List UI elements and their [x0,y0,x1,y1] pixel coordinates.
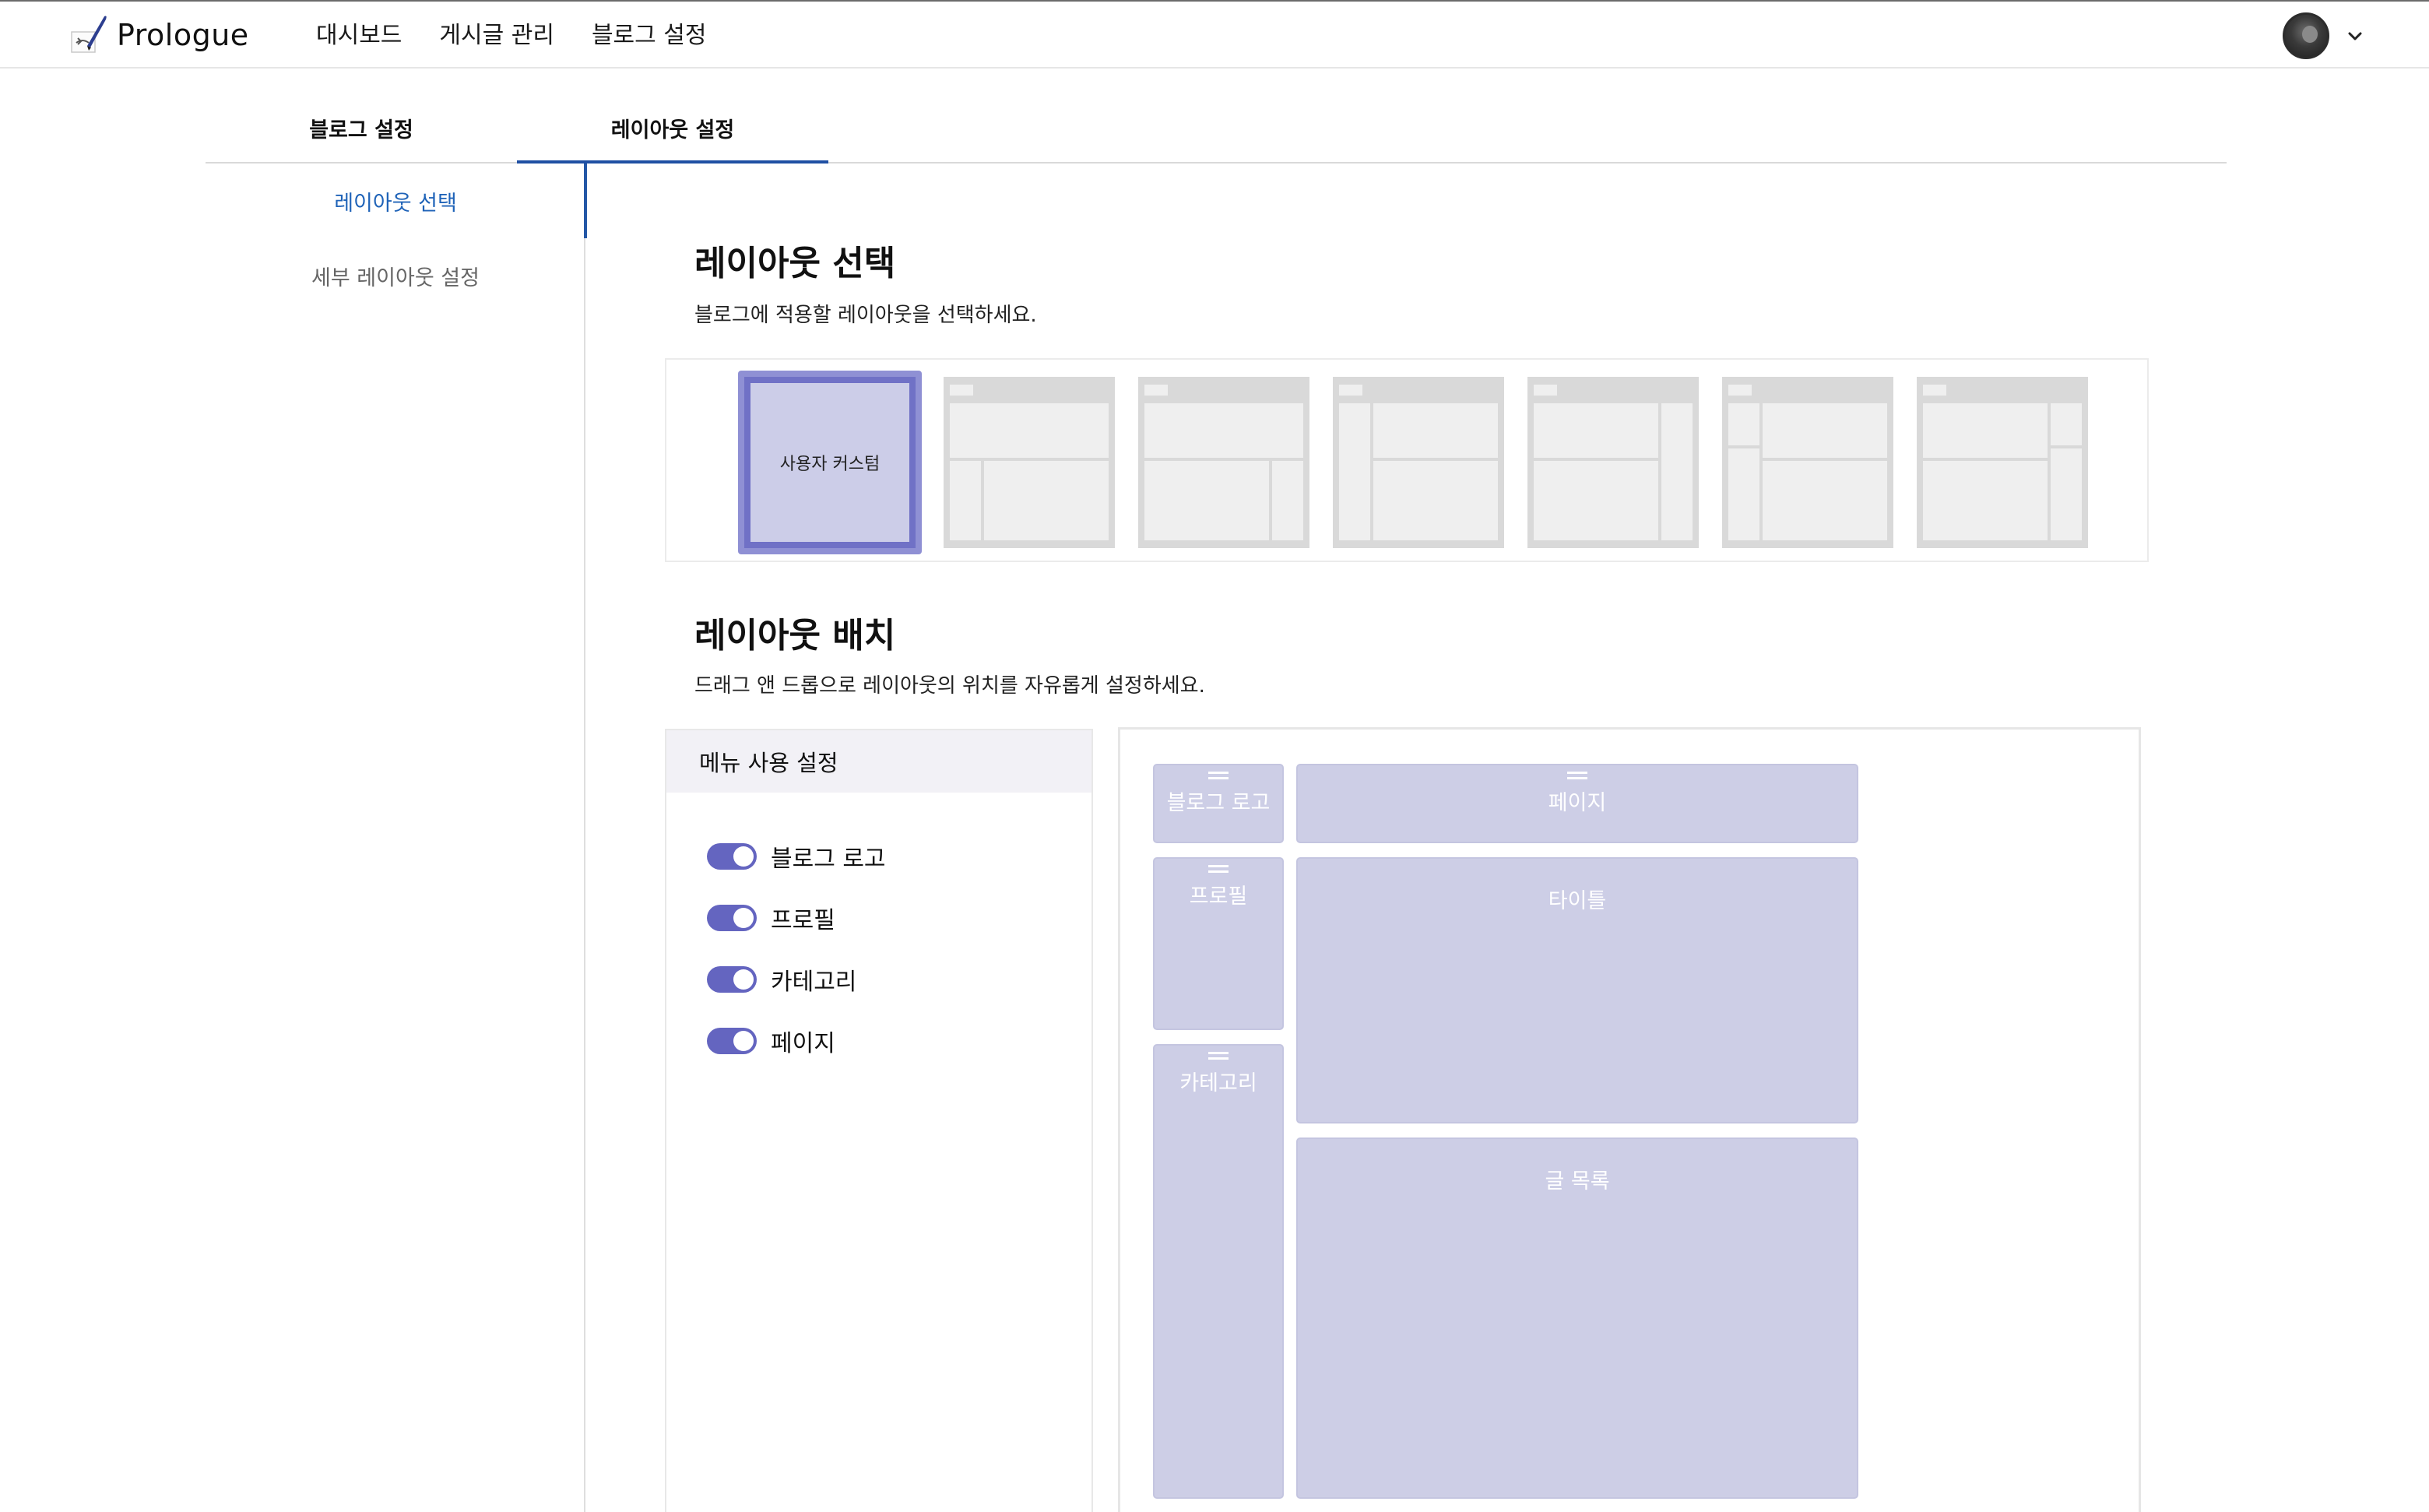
block-label: 페이지 [1548,791,1607,815]
toggle-label-blog-logo: 블로그 로고 [771,846,886,873]
layout-canvas: 블로그 로고 페이지 프로필 타이틀 카테고리 글 목록 [1118,727,2141,1512]
main-nav: 대시보드 게시글 관리 블로그 설정 [316,17,707,55]
layout-option-6[interactable] [1917,377,2088,548]
layout-arrange-title: 레이아웃 배치 [694,616,896,656]
block-title[interactable]: 타이틀 [1296,857,1858,1123]
block-category[interactable]: 카테고리 [1153,1044,1284,1499]
page-toggle[interactable] [707,1028,757,1054]
layout-select-title: 레이아웃 선택 [694,244,896,283]
toggle-row-page: 페이지 [707,1024,835,1058]
toggle-label-category: 카테고리 [771,969,857,996]
toggle-row-category: 카테고리 [707,962,856,997]
toggle-row-profile: 프로필 [707,901,835,935]
layout-option-3[interactable] [1333,377,1504,548]
quill-pen-icon [71,16,107,53]
drag-handle-icon[interactable] [1567,772,1587,779]
layout-option-2[interactable] [1138,377,1309,548]
profile-toggle[interactable] [707,905,757,931]
block-label: 타이틀 [1548,889,1607,913]
layout-option-custom[interactable]: 사용자 커스텀 [738,371,922,554]
category-toggle[interactable] [707,966,757,993]
layout-arrange-description: 드래그 앤 드롭으로 레이아웃의 위치를 자유롭게 설정하세요. [694,674,1205,698]
layout-option-1[interactable] [944,377,1115,548]
drag-handle-icon[interactable] [1208,772,1229,779]
block-label: 블로그 로고 [1166,791,1271,815]
menu-settings-title: 메뉴 사용 설정 [666,730,1091,793]
drag-handle-icon[interactable] [1208,865,1229,873]
block-label: 카테고리 [1179,1071,1257,1095]
sidebar-item-layout-select[interactable]: 레이아웃 선택 [206,164,587,238]
block-label: 프로필 [1189,884,1248,909]
layout-options: 사용자 커스텀 [665,358,2149,562]
layout-select-description: 블로그에 적용할 레이아웃을 선택하세요. [694,304,1037,327]
nav-dashboard[interactable]: 대시보드 [316,17,402,55]
drag-handle-icon[interactable] [1208,1052,1229,1060]
menu-settings-panel: 메뉴 사용 설정 블로그 로고 프로필 카테고리 페이지 [665,729,1093,1512]
toggle-label-page: 페이지 [771,1030,835,1057]
tab-blog-settings[interactable]: 블로그 설정 [206,93,517,162]
layout-option-5[interactable] [1722,377,1893,548]
tab-layout-settings[interactable]: 레이아웃 설정 [517,93,828,164]
block-page[interactable]: 페이지 [1296,764,1858,843]
settings-tabs: 블로그 설정 레이아웃 설정 [206,93,2227,164]
brand-name: Prologue [117,18,249,52]
nav-post-management[interactable]: 게시글 관리 [439,17,554,55]
block-post-list[interactable]: 글 목록 [1296,1138,1858,1499]
brand[interactable]: Prologue [67,9,249,61]
layout-sidebar: 레이아웃 선택 세부 레이아웃 설정 [206,164,587,1512]
chevron-down-icon[interactable] [2345,26,2365,46]
blog-logo-toggle[interactable] [707,843,757,870]
top-navigation-bar: Prologue 대시보드 게시글 관리 블로그 설정 [0,0,2429,69]
layout-option-custom-label: 사용자 커스텀 [744,377,916,548]
toggle-label-profile: 프로필 [771,907,835,934]
layout-option-4[interactable] [1527,377,1699,548]
block-label: 글 목록 [1545,1169,1610,1194]
block-profile[interactable]: 프로필 [1153,857,1284,1030]
profile-menu[interactable] [2283,12,2365,59]
nav-blog-settings[interactable]: 블로그 설정 [592,17,707,55]
avatar[interactable] [2283,12,2329,59]
block-blog-logo[interactable]: 블로그 로고 [1153,764,1284,843]
sidebar-item-detail-layout-settings[interactable]: 세부 레이아웃 설정 [206,238,585,313]
toggle-row-blog-logo: 블로그 로고 [707,839,886,874]
